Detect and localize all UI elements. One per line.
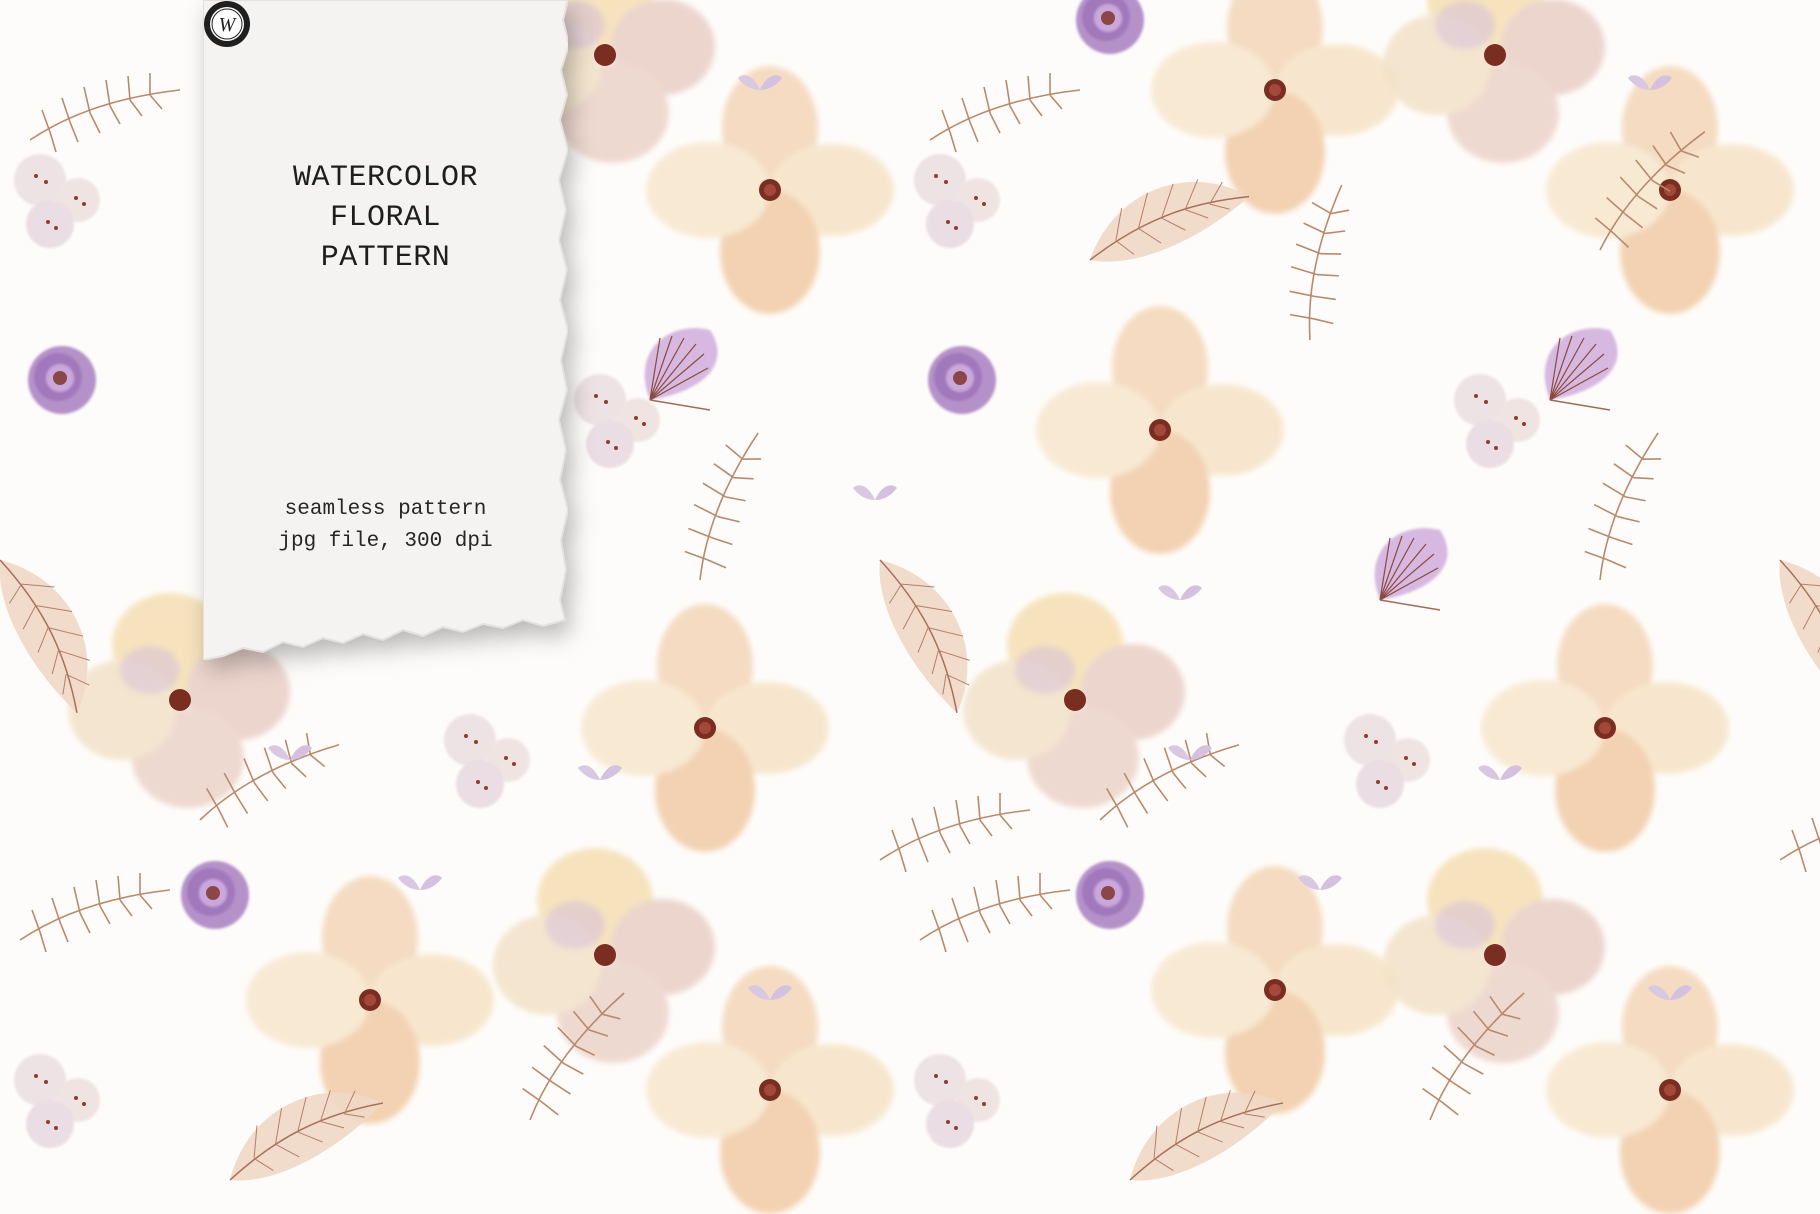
fern-branch-icon (29, 72, 181, 153)
detail-line-1: seamless pattern (284, 498, 487, 521)
small-leaf-icon (1158, 585, 1202, 600)
lavender-rose-icon (1076, 0, 1144, 54)
seed-fan-icon (1545, 328, 1618, 410)
title-line-3: PATTERN (320, 241, 451, 275)
fern-branch-icon (647, 421, 807, 589)
berry-cluster-icon (914, 154, 1000, 248)
fern-branch-icon (929, 72, 1081, 153)
fern-branch-icon (19, 872, 171, 953)
berry-cluster-icon (1454, 374, 1540, 468)
small-leaf-icon (578, 765, 622, 780)
small-leaf-icon (398, 875, 442, 890)
w-monogram-badge-icon: W (204, 1, 250, 47)
pattern-details: seamless pattern jpg file, 300 dpi (203, 494, 568, 558)
peach-flower-icon (1546, 66, 1794, 314)
fern-branch-icon (919, 872, 1071, 953)
seed-fan-icon (1375, 528, 1448, 610)
peach-flower-icon (1151, 866, 1399, 1114)
berry-cluster-icon (914, 1054, 1000, 1148)
title-line-2: FLORAL (329, 201, 442, 235)
peach-flower-icon (646, 966, 894, 1214)
cream-flower-icon (1383, 0, 1605, 163)
seed-fan-icon (645, 328, 718, 410)
fern-branch-icon (879, 792, 1031, 873)
watercolor-pattern-preview: W WATERCOLOR FLORAL PATTERN seamless pat… (0, 0, 1820, 1214)
logo-letter: W (219, 14, 238, 36)
paper-label-card: W WATERCOLOR FLORAL PATTERN seamless pat… (203, 0, 568, 660)
peach-flower-icon (1036, 306, 1284, 554)
peach-flower-icon (1151, 0, 1399, 214)
lavender-rose-icon (1076, 861, 1144, 929)
berry-cluster-icon (14, 154, 100, 248)
peach-flower-icon (1546, 966, 1794, 1214)
detail-line-2: jpg file, 300 dpi (278, 530, 493, 553)
peach-flower-icon (1481, 604, 1729, 852)
berry-cluster-icon (14, 1054, 100, 1148)
lavender-rose-icon (181, 861, 249, 929)
title-line-1: WATERCOLOR (292, 161, 479, 195)
lavender-rose-icon (28, 346, 96, 414)
cream-flower-icon (493, 848, 715, 1063)
fern-branch-icon (1547, 421, 1707, 589)
striped-leaf-icon (1769, 541, 1820, 725)
lavender-rose-icon (928, 346, 996, 414)
berry-cluster-icon (444, 714, 530, 808)
peach-flower-icon (246, 876, 494, 1124)
striped-leaf-icon (1075, 165, 1258, 271)
fern-branch-icon (1779, 792, 1820, 873)
peach-flower-icon (646, 66, 894, 314)
berry-cluster-icon (1344, 714, 1430, 808)
small-leaf-icon (853, 485, 897, 500)
small-leaf-icon (1478, 765, 1522, 780)
peach-flower-icon (581, 604, 829, 852)
pattern-title: WATERCOLOR FLORAL PATTERN (203, 158, 568, 278)
